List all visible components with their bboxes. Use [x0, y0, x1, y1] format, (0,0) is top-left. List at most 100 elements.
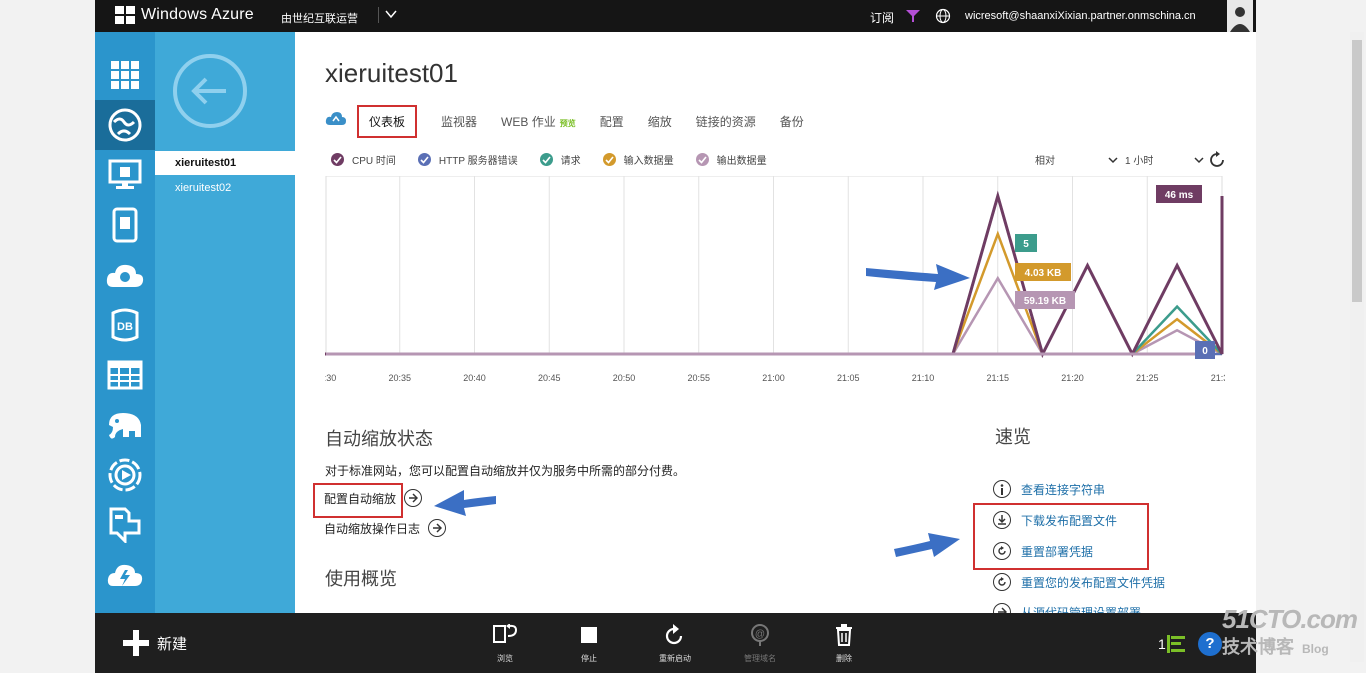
nav-item-storage[interactable] — [95, 350, 155, 400]
cloud-website-icon[interactable] — [325, 111, 347, 132]
command-bar: 新建 浏览 停止 重新启动 @ 管理域名 删除 1 ? — [95, 613, 1256, 673]
tab-configure[interactable]: 配置 — [600, 113, 624, 130]
avatar[interactable] — [1227, 0, 1253, 32]
legend-label: 请求 — [560, 156, 581, 167]
autoscale-log-link[interactable]: 自动缩放操作日志 — [324, 519, 456, 537]
refresh-icon[interactable] — [1208, 151, 1226, 174]
x-tick-label: 21:00 — [762, 373, 785, 383]
reset-publish-profile-credentials-link[interactable]: 重置您的发布配置文件凭据 — [993, 573, 1165, 591]
tab-dashboard[interactable]: 仪表板 — [357, 104, 418, 138]
legend-cpu-time[interactable]: CPU 时间 — [331, 152, 396, 167]
media-icon — [108, 458, 142, 492]
nav-item-recovery[interactable] — [95, 550, 155, 600]
tab-webjobs[interactable]: WEB 作业 预览 — [501, 113, 576, 130]
back-button[interactable] — [173, 54, 247, 128]
check-icon — [331, 153, 344, 166]
tab-monitor[interactable]: 监视器 — [441, 113, 477, 130]
legend-label: 输入数据量 — [623, 156, 674, 167]
scroll-thumb[interactable] — [1352, 40, 1362, 302]
new-button[interactable]: 新建 — [123, 630, 187, 656]
autoscale-log-label: 自动缩放操作日志 — [324, 521, 421, 536]
elephant-icon — [109, 413, 141, 439]
data-callout-label: 5 — [1023, 239, 1029, 250]
tab-linked-resources[interactable]: 链接的资源 — [696, 113, 756, 130]
subscriptions-label[interactable]: 订阅 — [870, 9, 894, 26]
watermark: 51CTO.com 技术博客 Blog — [1222, 604, 1358, 659]
windows-logo-icon — [115, 6, 135, 24]
websites-sub-panel: xieruitest01 xieruitest02 — [155, 32, 295, 613]
browse-button[interactable]: 浏览 — [480, 623, 530, 664]
domain-icon: @ — [735, 623, 785, 647]
browse-label: 浏览 — [497, 654, 513, 663]
user-email[interactable]: wicresoft@shaanxiXixian.partner.onmschin… — [965, 10, 1196, 22]
nav-item-sql-databases[interactable]: DB — [95, 300, 155, 350]
chevron-down-icon — [1108, 157, 1118, 164]
db-icon: DB — [111, 308, 139, 342]
time-range-value: 1 小时 — [1125, 156, 1154, 167]
tab-backups[interactable]: 备份 — [780, 113, 804, 130]
view-connection-strings-link[interactable]: 查看连接字符串 — [993, 480, 1105, 498]
nav-item-service-bus[interactable] — [95, 500, 155, 550]
watermark-blog: Blog — [1302, 642, 1329, 656]
download-publish-profile-link[interactable]: 下载发布配置文件 — [993, 511, 1117, 529]
new-label: 新建 — [157, 635, 188, 653]
check-icon — [417, 153, 431, 166]
windows-azure-logo[interactable]: Windows Azure — [115, 6, 254, 24]
gear-cloud-icon — [106, 264, 144, 287]
notifications-counter[interactable]: 1 — [1158, 635, 1186, 653]
chevron-down-icon[interactable] — [378, 7, 397, 23]
cloud-bolt-icon — [107, 564, 143, 586]
operator-label: 由世纪互联运营 — [281, 13, 358, 25]
stop-button[interactable]: 停止 — [564, 623, 614, 664]
legend-label: HTTP 服务器错误 — [438, 156, 518, 167]
nav-item-hdinsight[interactable] — [95, 400, 155, 450]
restart-icon — [650, 623, 700, 647]
configure-autoscale-link[interactable]: 配置自动缩放 — [324, 489, 432, 507]
nav-item-websites[interactable] — [95, 100, 155, 150]
x-tick-label: 21:05 — [837, 373, 860, 383]
subpanel-item-xieruitest01[interactable]: xieruitest01 — [155, 151, 295, 175]
left-navigation: DB — [95, 32, 155, 613]
autoscale-description: 对于标准网站，您可以配置自动缩放并仅为服务中所需的部分付费。 — [325, 464, 686, 478]
data-callout-label: 59.19 KB — [1024, 296, 1066, 307]
quick-glance-heading: 速览 — [995, 427, 1031, 447]
arrow-right-icon — [404, 489, 423, 507]
legend-data-in[interactable]: 输入数据量 — [602, 152, 674, 167]
subpanel-item-xieruitest02[interactable]: xieruitest02 — [155, 176, 295, 200]
stop-label: 停止 — [581, 654, 597, 663]
dashboard-chart: 20:30 20:35 20:40 20:45 20:50 20:55 21:00 21:05… — [325, 176, 1225, 383]
mode-select[interactable]: 相对 — [1035, 152, 1118, 167]
legend-data-out[interactable]: 输出数据量 — [695, 152, 767, 167]
restart-button[interactable]: 重新启动 — [650, 623, 700, 664]
reset-deployment-credentials-link[interactable]: 重置部署凭据 — [993, 542, 1093, 560]
help-button[interactable]: ? — [1198, 632, 1222, 656]
x-tick-label: 20:50 — [613, 373, 636, 383]
delete-label: 删除 — [836, 654, 852, 663]
legend-http-errors[interactable]: HTTP 服务器错误 — [417, 152, 518, 167]
nav-item-media-services[interactable] — [95, 450, 155, 500]
nav-item-all-items[interactable] — [95, 50, 155, 100]
nav-item-mobile-services[interactable] — [95, 200, 155, 250]
nav-item-cloud-services[interactable] — [95, 250, 155, 300]
annotation-arrow — [434, 490, 496, 516]
reset-icon — [993, 573, 1011, 591]
count-label: 1 — [1158, 636, 1166, 652]
annotation-arrow — [894, 533, 960, 557]
x-tick-label: 20:35 — [388, 373, 411, 383]
legend-requests[interactable]: 请求 — [539, 152, 581, 167]
info-icon — [993, 480, 1011, 498]
azure-portal: Windows Azure 由世纪互联运营 订阅 wicresoft@shaan… — [95, 0, 1256, 673]
x-tick-label: 21:10 — [912, 373, 935, 383]
usage-overview-heading: 使用概览 — [325, 569, 397, 589]
time-range-select[interactable]: 1 小时 — [1125, 152, 1204, 167]
globe-icon[interactable] — [935, 8, 951, 29]
arrow-right-icon — [428, 519, 447, 537]
nav-item-virtual-machines[interactable] — [95, 150, 155, 200]
manage-domains-button[interactable]: @ 管理域名 — [735, 623, 785, 664]
tab-scale[interactable]: 缩放 — [648, 113, 672, 130]
scrollbar[interactable] — [1350, 32, 1364, 662]
delete-button[interactable]: 删除 — [819, 623, 869, 664]
tab-bar: 仪表板 监视器 WEB 作业 预览 配置 缩放 链接的资源 备份 — [325, 104, 828, 138]
filter-icon[interactable] — [905, 9, 921, 28]
globe-icon — [108, 108, 142, 142]
